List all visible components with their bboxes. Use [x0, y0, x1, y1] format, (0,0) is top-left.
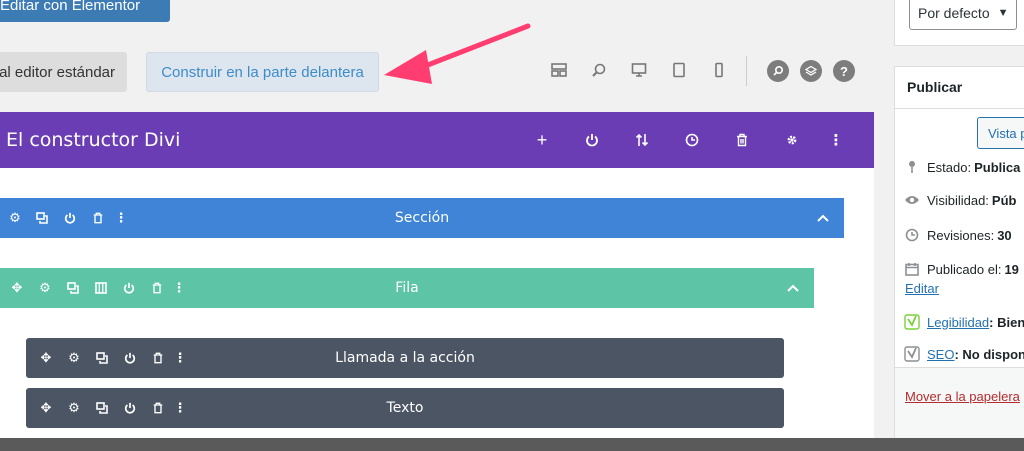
template-panel: Por defecto ▼	[894, 0, 1024, 46]
chevron-up-icon[interactable]	[784, 279, 802, 297]
preview-button[interactable]: Vista p	[977, 117, 1024, 149]
divi-title: El constructor Divi	[6, 129, 181, 151]
readability-row: Legibilidad: Bien	[903, 313, 1024, 331]
publish-title: Publicar	[907, 79, 963, 95]
power-icon[interactable]	[582, 130, 602, 150]
standard-editor-label: al editor estándar	[0, 63, 115, 81]
edit-date-link[interactable]: Editar	[905, 281, 939, 296]
power-icon[interactable]	[121, 349, 139, 367]
gear-icon[interactable]: ⚙	[36, 279, 54, 297]
tablet-icon[interactable]	[669, 60, 689, 80]
move-icon[interactable]: ✥	[37, 349, 55, 367]
visibility-label: Visibilidad:	[927, 192, 989, 208]
preview-button-label: Vista p	[988, 125, 1024, 141]
divi-header: El constructor Divi + ⋮	[0, 112, 874, 168]
trash-icon[interactable]	[732, 130, 752, 150]
template-select-value: Por defecto	[918, 5, 990, 21]
frontend-button-label: Construir en la parte delantera	[161, 63, 364, 81]
visibility-value: Púb	[991, 192, 1017, 208]
build-frontend-button[interactable]: Construir en la parte delantera	[146, 52, 379, 92]
trash-icon[interactable]	[148, 279, 166, 297]
gear-icon[interactable]: ⚙	[6, 209, 24, 227]
section-bar[interactable]: Sección ⚙ ⋮	[0, 198, 844, 238]
more-icon[interactable]: ⋮	[171, 349, 189, 367]
trash-icon[interactable]	[89, 209, 107, 227]
yoast-readability-icon	[903, 313, 921, 331]
gear-icon[interactable]	[782, 130, 802, 150]
revisions-label: Revisiones:	[927, 227, 995, 243]
gear-icon[interactable]: ⚙	[65, 399, 83, 417]
module-title: Texto	[386, 400, 424, 416]
gear-icon[interactable]: ⚙	[65, 349, 83, 367]
status-label: Estado:	[927, 159, 972, 175]
search-icon[interactable]	[767, 60, 789, 82]
published-value: 19	[1004, 261, 1019, 277]
columns-icon[interactable]	[92, 279, 110, 297]
chevron-down-icon: ▼	[997, 7, 1009, 19]
zoom-icon[interactable]	[589, 60, 609, 80]
revisions-value: 30	[997, 227, 1012, 243]
history-icon[interactable]	[682, 130, 702, 150]
eye-icon	[903, 191, 921, 209]
duplicate-icon[interactable]	[64, 279, 82, 297]
row-bar[interactable]: Fila ✥ ⚙ ⋮	[0, 268, 814, 308]
desktop-icon[interactable]	[629, 60, 649, 80]
published-label: Publicado el:	[927, 261, 1002, 277]
published-row: Publicado el: 19	[903, 260, 1019, 278]
plus-icon[interactable]: +	[532, 130, 552, 150]
status-row: Estado: Publica	[903, 158, 1020, 176]
pin-icon	[903, 158, 921, 176]
layout-icon[interactable]	[549, 60, 569, 80]
publish-panel: Publicar Vista p Estado: Publica Visibil…	[894, 66, 1024, 446]
status-value: Publica	[974, 159, 1021, 175]
power-icon[interactable]	[61, 209, 79, 227]
more-icon[interactable]: ⋮	[171, 399, 189, 417]
phone-icon[interactable]	[709, 60, 729, 80]
sort-icon[interactable]	[632, 130, 652, 150]
seo-link[interactable]: SEO	[927, 347, 954, 362]
readability-value: : Bien	[989, 314, 1024, 330]
duplicate-icon[interactable]	[33, 209, 51, 227]
power-icon[interactable]	[121, 399, 139, 417]
duplicate-icon[interactable]	[93, 399, 111, 417]
readability-link[interactable]: Legibilidad	[927, 315, 989, 330]
seo-row: SEO: No dispon	[903, 345, 1024, 363]
edit-with-elementor-button[interactable]: Editar con Elementor	[0, 0, 170, 22]
elementor-button-label: Editar con Elementor	[0, 0, 141, 14]
trash-icon[interactable]	[149, 399, 167, 417]
panel-divider	[895, 108, 1024, 109]
power-icon[interactable]	[120, 279, 138, 297]
layers-icon[interactable]	[800, 60, 822, 82]
yoast-seo-icon	[903, 345, 921, 363]
standard-editor-button[interactable]: al editor estándar	[0, 52, 127, 92]
more-icon[interactable]: ⋮	[170, 279, 188, 297]
revisions-row: Revisiones: 30	[903, 226, 1012, 244]
annotation-arrow	[384, 23, 531, 84]
visibility-row: Visibilidad: Púb	[903, 191, 1016, 209]
trash-icon[interactable]	[149, 349, 167, 367]
module-bar[interactable]: Llamada a la acción ✥ ⚙ ⋮	[26, 338, 784, 378]
help-icon[interactable]: ?	[833, 60, 855, 82]
window-bottom-edge	[0, 438, 1024, 451]
toolbar-separator	[746, 56, 747, 86]
chevron-up-icon[interactable]	[814, 209, 832, 227]
publish-actions	[895, 367, 1024, 445]
seo-value: : No dispon	[954, 346, 1024, 362]
more-icon[interactable]: ⋮	[826, 130, 846, 150]
move-icon[interactable]: ✥	[37, 399, 55, 417]
more-icon[interactable]: ⋮	[112, 209, 130, 227]
template-select[interactable]: Por defecto ▼	[909, 0, 1017, 30]
move-icon[interactable]: ✥	[8, 279, 26, 297]
calendar-icon	[903, 260, 921, 278]
duplicate-icon[interactable]	[93, 349, 111, 367]
move-to-trash-link[interactable]: Mover a la papelera	[905, 389, 1020, 404]
history-icon	[903, 226, 921, 244]
module-title: Llamada a la acción	[335, 350, 475, 366]
module-bar[interactable]: Texto ✥ ⚙ ⋮	[26, 388, 784, 428]
